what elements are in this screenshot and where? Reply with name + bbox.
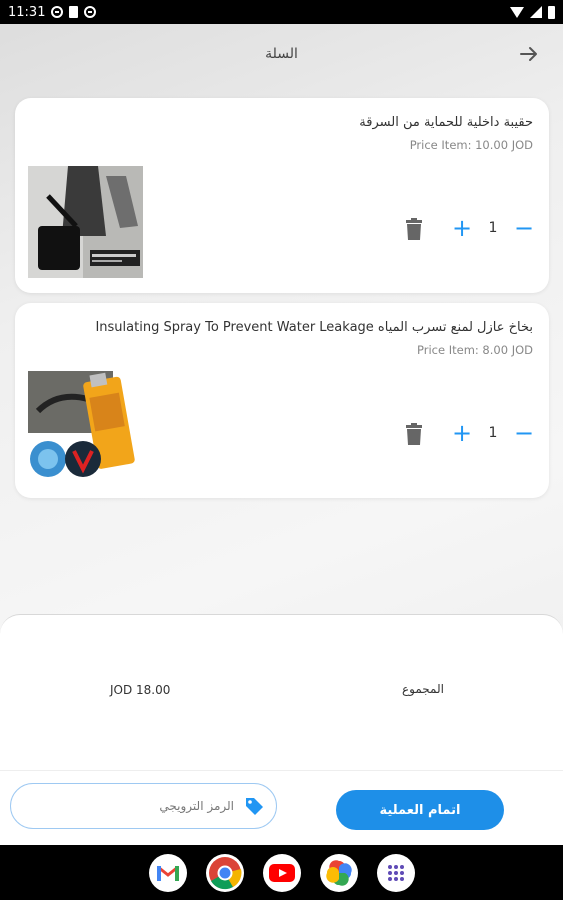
product-image[interactable] [28, 371, 143, 483]
action-bar: الرمز الترويجي اتمام العملية [0, 770, 563, 845]
back-arrow-icon[interactable] [517, 42, 541, 66]
cart-item: حقيبة داخلية للحماية من السرقة Price Ite… [15, 98, 549, 293]
delete-icon[interactable] [404, 218, 424, 240]
cart-item: بخاخ عازل لمنع تسرب المياه Insulating Sp… [15, 303, 549, 498]
promo-placeholder: الرمز الترويجي [159, 799, 234, 813]
order-summary: المجموع JOD 18.00 [0, 614, 563, 772]
status-bar: 11:31 [0, 0, 563, 24]
delete-icon[interactable] [404, 423, 424, 445]
signal-icon [530, 6, 542, 18]
item-title: بخاخ عازل لمنع تسرب المياه Insulating Sp… [95, 320, 533, 335]
total-value: JOD 18.00 [110, 683, 171, 697]
sd-card-icon [69, 6, 79, 18]
gmail-icon[interactable] [148, 853, 187, 892]
wifi-icon [510, 6, 524, 18]
decrease-button[interactable]: − [513, 421, 535, 445]
photos-icon[interactable] [319, 853, 358, 892]
youtube-icon[interactable] [262, 853, 301, 892]
status-left: 11:31 [8, 4, 97, 20]
app-drawer-icon[interactable] [376, 853, 415, 892]
item-title: حقيبة داخلية للحماية من السرقة [359, 115, 533, 130]
promo-code-input[interactable]: الرمز الترويجي [10, 783, 277, 829]
status-time: 11:31 [8, 4, 46, 20]
quantity-stepper: + 1 − [451, 216, 535, 240]
checkout-button[interactable]: اتمام العملية [336, 790, 504, 830]
status-right [510, 5, 555, 19]
decrease-button[interactable]: − [513, 216, 535, 240]
chrome-icon[interactable] [205, 853, 244, 892]
dnd-icon [51, 6, 64, 18]
increase-button[interactable]: + [451, 421, 473, 445]
total-label: المجموع [402, 682, 444, 696]
app-header: السلة [0, 24, 563, 84]
app-dock [0, 845, 563, 900]
product-image[interactable] [28, 166, 143, 278]
page-title: السلة [265, 46, 298, 62]
item-price: Price Item: 8.00 JOD [417, 343, 533, 357]
battery-icon [548, 5, 555, 19]
item-price: Price Item: 10.00 JOD [409, 138, 533, 152]
data-saver-icon [84, 6, 97, 18]
quantity-stepper: + 1 − [451, 421, 535, 445]
increase-button[interactable]: + [451, 216, 473, 240]
quantity-value: 1 [488, 425, 498, 441]
tag-icon [246, 798, 263, 815]
quantity-value: 1 [488, 220, 498, 236]
